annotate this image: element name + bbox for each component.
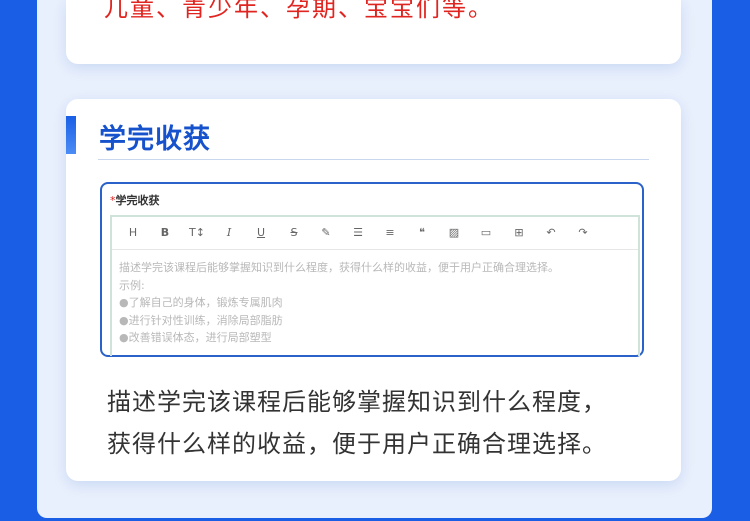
underline-icon[interactable]: U xyxy=(251,224,271,242)
section-card: 学完收获 *学完收获 H B T↕ I U S ✎ ☰ ≡ ❝ ▨ ▭ ⊞ ↶ … xyxy=(66,99,681,481)
description-line: 获得什么样的收益，便于用户正确合理选择。 xyxy=(107,430,607,458)
font-size-icon[interactable]: T↕ xyxy=(187,224,207,242)
form-screenshot: *学完收获 H B T↕ I U S ✎ ☰ ≡ ❝ ▨ ▭ ⊞ ↶ ↷ 描述学… xyxy=(100,182,644,357)
table-icon[interactable]: ⊞ xyxy=(509,224,529,242)
placeholder-line: 描述学完该课程后能够掌握知识到什么程度，获得什么样的收益，便于用户正确合理选择。 xyxy=(119,261,559,274)
field-label: *学完收获 xyxy=(110,192,160,208)
undo-icon[interactable]: ↶ xyxy=(541,224,561,242)
editor-placeholder: 描述学完该课程后能够掌握知识到什么程度，获得什么样的收益，便于用户正确合理选择。… xyxy=(119,259,559,347)
placeholder-line: 示例: xyxy=(119,278,145,292)
file-icon[interactable]: ▭ xyxy=(476,224,496,242)
redo-icon[interactable]: ↷ xyxy=(573,224,593,242)
previous-card: 儿童、青少年、孕期、宝宝们等。 xyxy=(66,0,681,64)
highlight-icon[interactable]: ✎ xyxy=(316,224,336,242)
placeholder-line: ●进行针对性训练，消除局部脂肪 xyxy=(119,313,283,327)
image-icon[interactable]: ▨ xyxy=(444,224,464,242)
title-divider xyxy=(98,159,649,160)
placeholder-line: ●改善错误体态，进行局部塑型 xyxy=(119,331,272,344)
field-label-text: 学完收获 xyxy=(115,194,160,207)
strikethrough-icon[interactable]: S xyxy=(284,224,304,242)
previous-card-text: 儿童、青少年、孕期、宝宝们等。 xyxy=(104,0,494,22)
section-description: 描述学完该课程后能够掌握知识到什么程度， 获得什么样的收益，便于用户正确合理选择… xyxy=(107,381,607,465)
bullet-list-icon[interactable]: ☰ xyxy=(348,224,368,242)
title-accent-bar xyxy=(66,116,76,154)
description-line: 描述学完该课程后能够掌握知识到什么程度， xyxy=(107,388,607,416)
heading-icon[interactable]: H xyxy=(123,224,143,242)
align-icon[interactable]: ≡ xyxy=(380,224,400,242)
bold-icon[interactable]: B xyxy=(155,224,175,242)
rich-text-editor[interactable]: H B T↕ I U S ✎ ☰ ≡ ❝ ▨ ▭ ⊞ ↶ ↷ 描述学完该课程后能… xyxy=(110,215,640,356)
placeholder-line: ●了解自己的身体，锻炼专属肌肉 xyxy=(119,296,283,309)
editor-toolbar: H B T↕ I U S ✎ ☰ ≡ ❝ ▨ ▭ ⊞ ↶ ↷ xyxy=(112,217,638,250)
section-title: 学完收获 xyxy=(99,124,211,155)
italic-icon[interactable]: I xyxy=(219,224,239,242)
quote-icon[interactable]: ❝ xyxy=(412,224,432,242)
